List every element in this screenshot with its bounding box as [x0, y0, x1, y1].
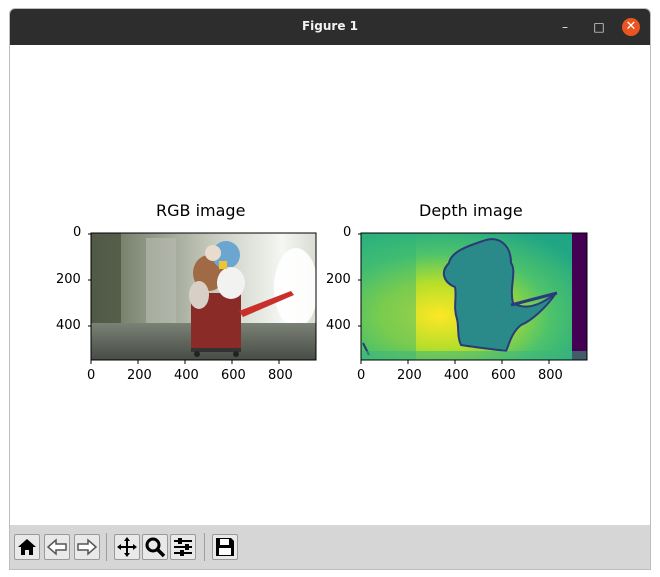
home-button[interactable] — [14, 534, 40, 560]
floppy-disk-icon — [216, 538, 234, 556]
forward-button[interactable] — [74, 534, 100, 560]
title-bar[interactable]: Figure 1 – □ ✕ — [10, 9, 650, 45]
pan-button[interactable] — [114, 534, 140, 560]
minimize-button[interactable]: – — [556, 18, 574, 36]
zoom-button[interactable] — [142, 534, 168, 560]
sliders-icon — [174, 538, 192, 556]
toolbar-separator — [106, 533, 107, 561]
arrow-left-icon — [46, 538, 67, 556]
figure-window: Figure 1 – □ ✕ RGB image 0 200 400 0 200… — [9, 8, 651, 570]
home-icon — [18, 539, 36, 555]
magnifier-icon — [145, 537, 166, 558]
figure-canvas[interactable]: RGB image 0 200 400 0 200 400 600 800 De… — [10, 45, 650, 525]
configure-button[interactable] — [170, 534, 196, 560]
toolbar-separator — [204, 533, 205, 561]
back-button[interactable] — [44, 534, 70, 560]
close-button[interactable]: ✕ — [622, 18, 640, 36]
arrow-right-icon — [77, 538, 98, 556]
save-button[interactable] — [212, 534, 238, 560]
axes-ticks — [88, 232, 588, 364]
navigation-toolbar — [10, 525, 650, 569]
move-icon — [117, 537, 137, 557]
maximize-button[interactable]: □ — [590, 18, 608, 36]
window-title: Figure 1 — [301, 19, 359, 33]
